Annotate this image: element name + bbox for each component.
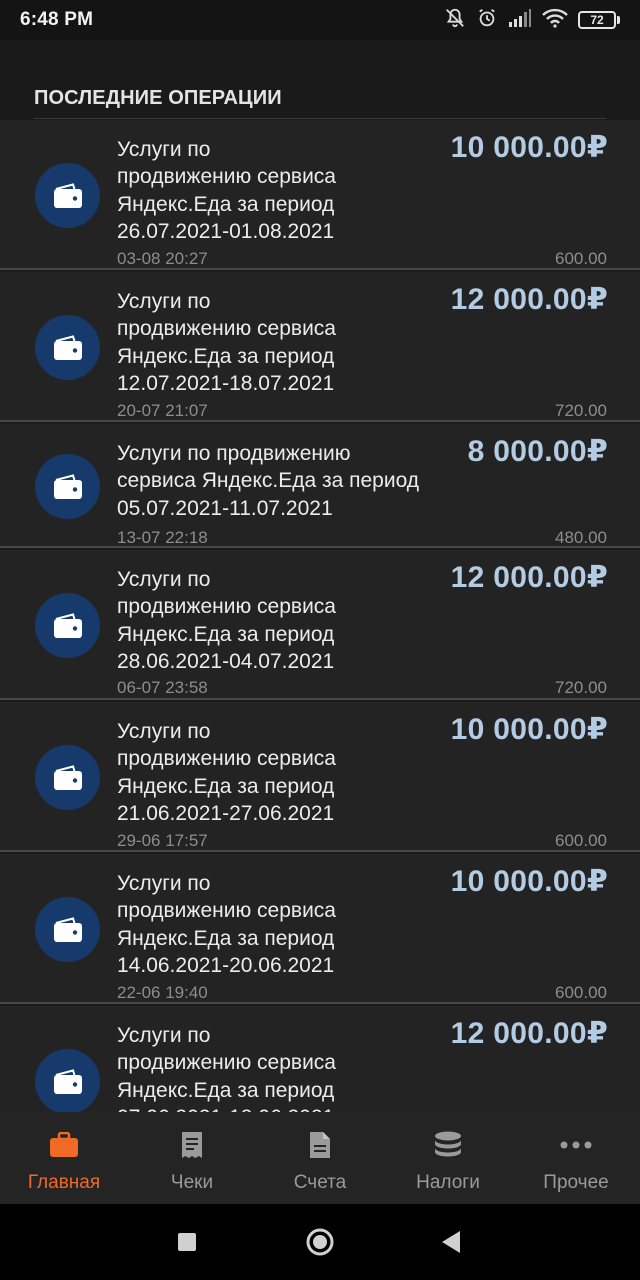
section-divider <box>34 118 606 119</box>
operation-tax: 720.00 <box>555 401 607 420</box>
description-line: Услуги по продвижению <box>117 442 351 465</box>
nav-item-accounts[interactable]: Счета <box>256 1112 384 1204</box>
description-line: 07.06.2021-13.06.2021 <box>117 1104 336 1112</box>
description-line: Услуги по <box>117 138 211 161</box>
description-line: Яндекс.Еда за период <box>117 192 335 216</box>
receipt-icon <box>181 1130 203 1160</box>
operation-row[interactable]: Услуги по продвижению сервиса Яндекс.Еда з… <box>0 272 640 422</box>
description-line: Яндекс.Еда за период <box>117 622 335 646</box>
description-line: Услуги по <box>117 290 211 313</box>
nav-label-more: Прочее <box>543 1172 609 1193</box>
bottom-nav: Главная Чеки Счета Налоги Прочее <box>0 1112 640 1204</box>
operation-amount: 12 000.00₽ <box>450 283 608 316</box>
operation-date: 29-06 17:57 <box>117 831 208 850</box>
alarm-icon <box>476 7 498 34</box>
description-line: сервиса Яндекс.Еда за период <box>117 469 420 493</box>
nav-item-home[interactable]: Главная <box>0 1112 128 1204</box>
operation-row[interactable]: Услуги по продвижению сервиса Яндекс.Еда з… <box>0 702 640 852</box>
description-line: Услуги по <box>117 568 211 591</box>
operation-amount: 8 000.00₽ <box>467 435 608 468</box>
nav-item-receipts[interactable]: Чеки <box>128 1112 256 1204</box>
operation-amount: 10 000.00₽ <box>450 713 608 746</box>
operation-row[interactable]: Услуги по продвижению сервиса Яндекс.Еда з… <box>0 550 640 700</box>
operation-date: 13-07 22:18 <box>117 528 208 547</box>
wallet-icon <box>35 745 100 810</box>
operations-list[interactable]: Услуги по продвижению сервиса Яндекс.Еда з… <box>0 120 640 1112</box>
description-line: Яндекс.Еда за период <box>117 926 335 950</box>
bell-off-icon <box>444 7 466 34</box>
status-time: 6:48 PM <box>20 9 94 30</box>
operation-amount: 12 000.00₽ <box>450 1017 608 1050</box>
description-line: 26.07.2021-01.08.2021 <box>117 219 335 243</box>
operation-description: Услуги по продвижению сервиса Яндекс.Еда з… <box>117 870 336 979</box>
operation-amount: 10 000.00₽ <box>450 865 608 898</box>
system-nav-bar <box>0 1204 640 1280</box>
back-icon[interactable] <box>433 1224 469 1260</box>
description-line: продвижению сервиса <box>117 899 336 923</box>
wallet-icon <box>35 454 100 519</box>
wallet-icon <box>35 1049 100 1112</box>
nav-item-more[interactable]: Прочее <box>512 1112 640 1204</box>
operation-tax: 600.00 <box>555 983 607 1002</box>
operation-row[interactable]: Услуги по продвижению сервиса Яндекс.Еда з… <box>0 1006 640 1112</box>
nav-label-accounts: Счета <box>293 1172 347 1193</box>
section-title: ПОСЛЕДНИЕ ОПЕРАЦИИ <box>34 87 282 109</box>
description-line: Яндекс.Еда за период <box>117 774 335 798</box>
nav-label-receipts: Чеки <box>170 1172 214 1193</box>
wallet-icon <box>35 163 100 228</box>
operation-amount: 12 000.00₽ <box>450 561 608 594</box>
document-icon <box>309 1130 331 1160</box>
description-line: 14.06.2021-20.06.2021 <box>117 953 335 977</box>
description-line: Услуги по <box>117 720 211 743</box>
operation-row[interactable]: Услуги по продвижению сервиса Яндекс.Еда з… <box>0 120 640 270</box>
nav-label-taxes: Налоги <box>416 1172 480 1193</box>
operation-date: 20-07 21:07 <box>117 401 208 420</box>
operation-description: Услуги по продвижению сервиса Яндекс.Еда … <box>117 440 419 522</box>
description-line: продвижению сервиса <box>117 1051 336 1075</box>
wallet-icon <box>35 897 100 962</box>
operation-row[interactable]: Услуги по продвижению сервиса Яндекс.Еда з… <box>0 854 640 1004</box>
operation-description: Услуги по продвижению сервиса Яндекс.Еда з… <box>117 566 336 675</box>
description-line: 05.07.2021-11.07.2021 <box>117 496 333 520</box>
operation-row[interactable]: Услуги по продвижению сервиса Яндекс.Еда … <box>0 424 640 548</box>
nav-label-home: Главная <box>27 1172 101 1193</box>
battery-icon: 72 <box>578 11 620 29</box>
battery-level: 72 <box>578 11 616 29</box>
wifi-icon <box>542 8 568 33</box>
description-line: продвижению сервиса <box>117 747 336 771</box>
status-icons: 72 <box>444 7 620 34</box>
operation-tax: 720.00 <box>555 678 607 697</box>
description-line: продвижению сервиса <box>117 317 336 341</box>
operation-tax: 600.00 <box>555 831 607 850</box>
description-line: продвижению сервиса <box>117 165 336 189</box>
operation-description: Услуги по продвижению сервиса Яндекс.Еда з… <box>117 718 336 827</box>
description-line: Яндекс.Еда за период <box>117 1078 335 1102</box>
wallet-icon <box>35 593 100 658</box>
operation-amount: 10 000.00₽ <box>450 131 608 164</box>
operation-date: 22-06 19:40 <box>117 983 208 1002</box>
operation-date: 03-08 20:27 <box>117 249 208 268</box>
nav-item-taxes[interactable]: Налоги <box>384 1112 512 1204</box>
wallet-icon <box>35 315 100 380</box>
description-line: Услуги по <box>117 872 211 895</box>
description-line: 21.06.2021-27.06.2021 <box>117 801 335 825</box>
description-line: Яндекс.Еда за период <box>117 344 335 368</box>
description-line: продвижению сервиса <box>117 595 336 619</box>
operation-description: Услуги по продвижению сервиса Яндекс.Еда з… <box>117 1022 336 1112</box>
recent-apps-icon[interactable] <box>169 1224 205 1260</box>
home-icon[interactable] <box>302 1224 338 1260</box>
operation-tax: 600.00 <box>555 249 607 268</box>
operation-tax: 480.00 <box>555 528 607 547</box>
coins-icon <box>433 1130 463 1160</box>
operation-description: Услуги по продвижению сервиса Яндекс.Еда з… <box>117 136 336 245</box>
description-line: 28.06.2021-04.07.2021 <box>117 649 335 673</box>
description-line: 12.07.2021-18.07.2021 <box>117 371 335 395</box>
signal-icon <box>508 8 532 33</box>
operation-date: 06-07 23:58 <box>117 678 208 697</box>
operation-description: Услуги по продвижению сервиса Яндекс.Еда з… <box>117 288 336 397</box>
more-icon <box>559 1130 593 1160</box>
status-bar: 6:48 PM 72 <box>0 0 640 40</box>
briefcase-icon <box>49 1130 79 1160</box>
description-line: Услуги по <box>117 1024 211 1047</box>
